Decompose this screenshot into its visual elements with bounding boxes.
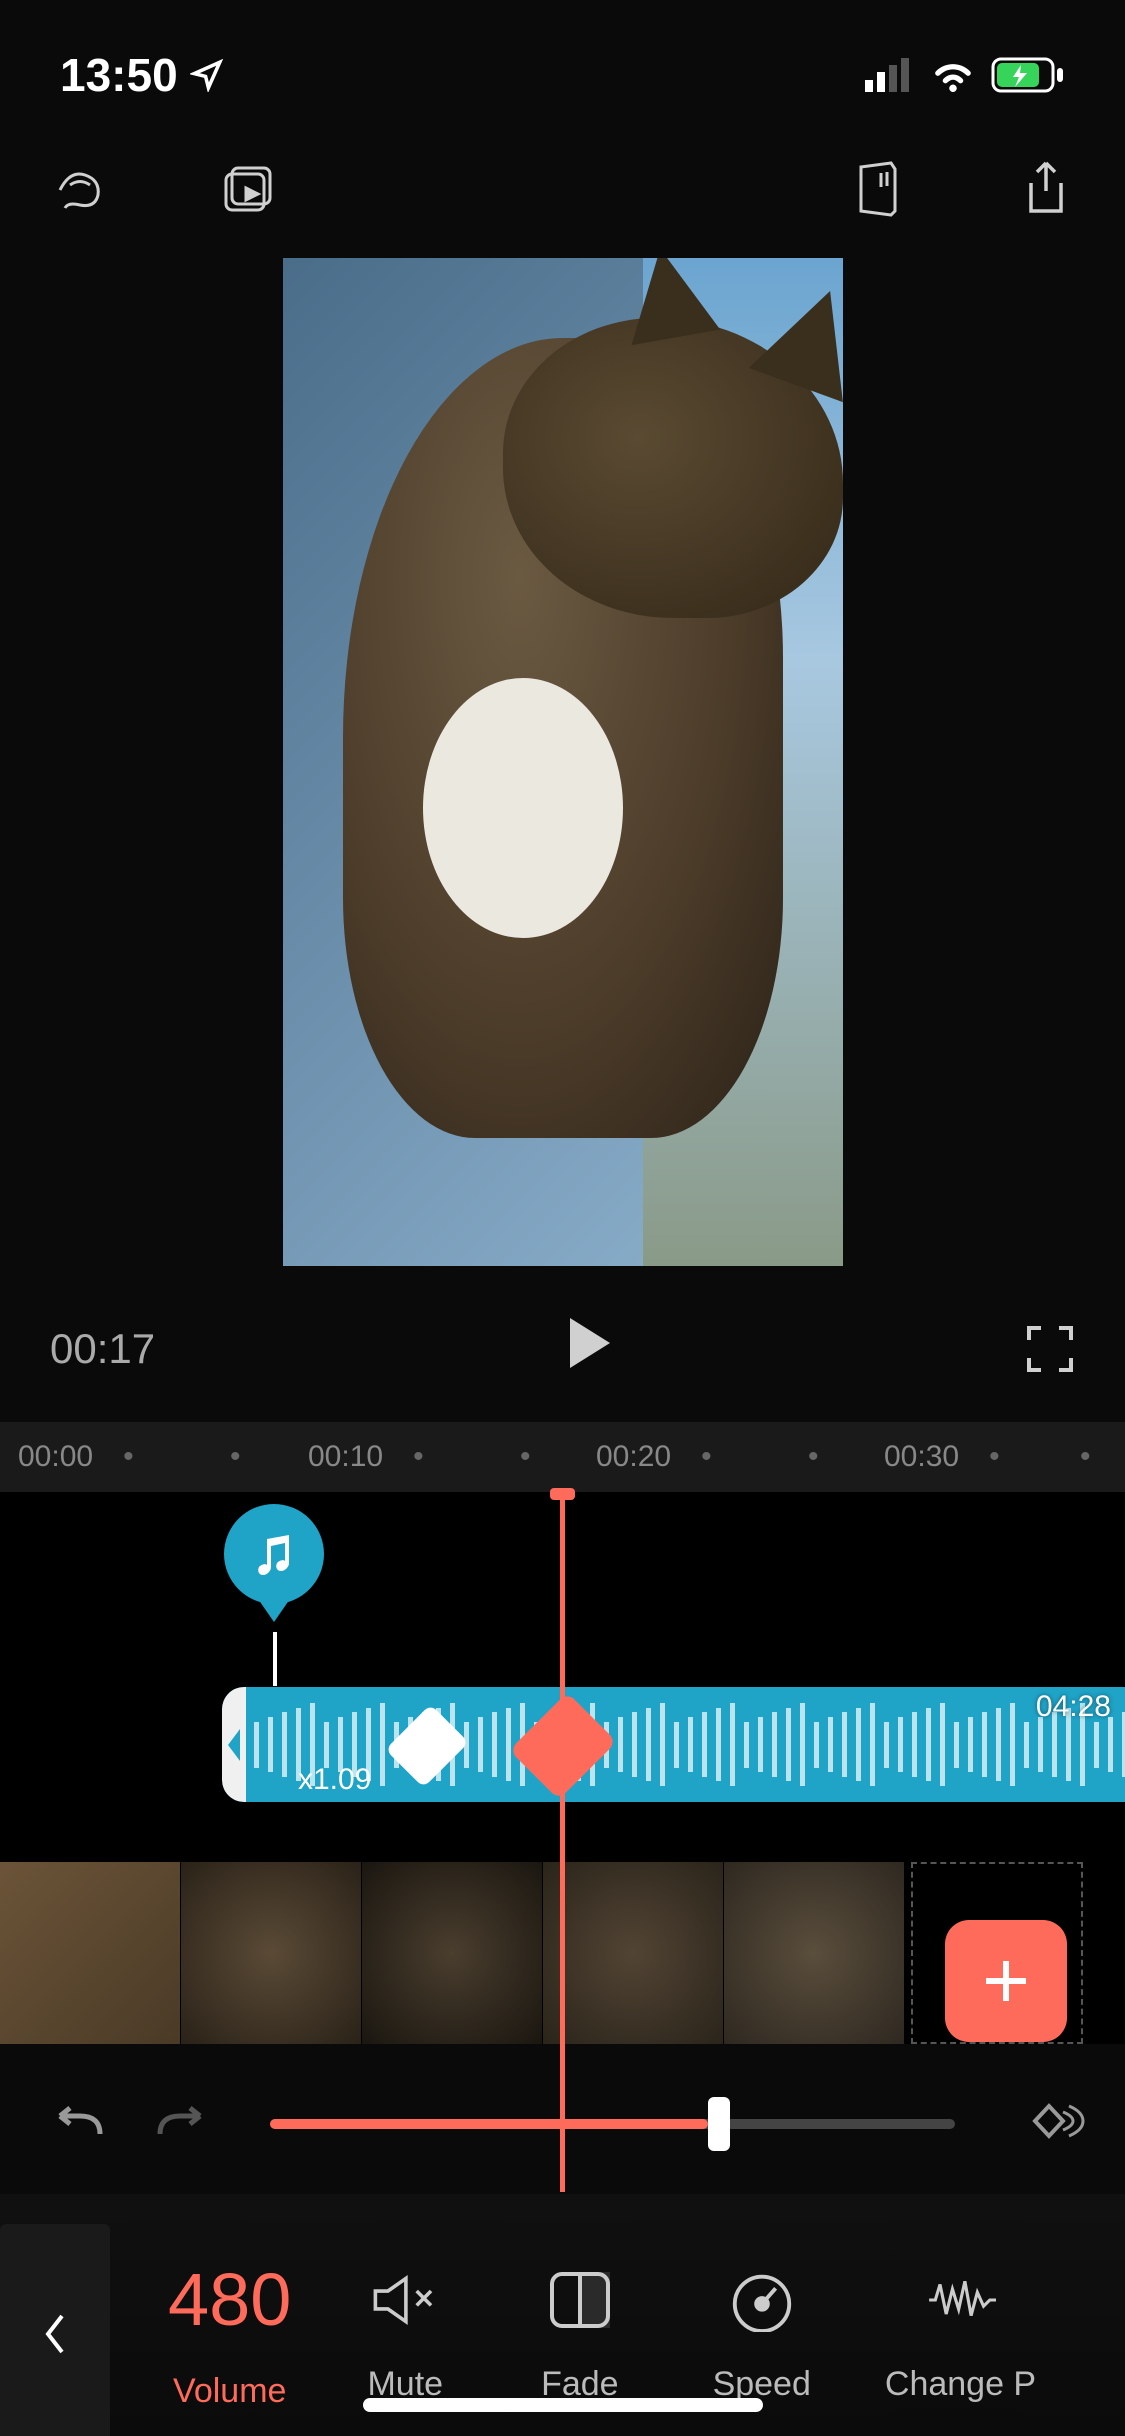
status-right xyxy=(865,57,1065,93)
change-pitch-tool[interactable]: Change P xyxy=(855,2194,1036,2436)
undo-button[interactable] xyxy=(50,2104,110,2144)
share-icon[interactable] xyxy=(1017,160,1075,218)
volume-slider-thumb[interactable] xyxy=(708,2097,730,2151)
library-icon[interactable] xyxy=(218,160,276,218)
clock-time: 13:50 xyxy=(60,48,178,102)
location-arrow-icon xyxy=(190,58,224,92)
add-clip-button[interactable] xyxy=(945,1920,1067,2042)
video-preview-area xyxy=(0,258,1125,1286)
ruler-mark: 00:00 xyxy=(18,1440,93,1474)
battery-icon xyxy=(991,57,1065,93)
video-preview-frame[interactable] xyxy=(283,258,843,1266)
chevron-left-icon xyxy=(222,1725,246,1765)
timeline-ruler[interactable]: 00:00• • 00:10• • 00:20• • 00:30• • xyxy=(0,1422,1125,1492)
video-thumbnail[interactable] xyxy=(362,1862,543,2044)
wifi-icon xyxy=(929,58,977,92)
audio-duration-label: 04:28 xyxy=(1036,1690,1111,1724)
ruler-mark: 00:20 xyxy=(596,1440,671,1474)
audio-waveform-ticks xyxy=(246,1687,1125,1802)
redo-button[interactable] xyxy=(150,2104,210,2144)
current-time-label: 00:17 xyxy=(50,1325,155,1373)
music-marker-pin[interactable] xyxy=(224,1504,324,1624)
audio-clip-trim-handle-left[interactable] xyxy=(222,1687,246,1802)
book-icon[interactable] xyxy=(849,160,907,218)
ruler-mark: 00:30 xyxy=(884,1440,959,1474)
volume-slider-track[interactable] xyxy=(270,2119,955,2129)
top-toolbar xyxy=(0,130,1125,258)
video-thumbnail[interactable] xyxy=(543,1862,724,2044)
app-logo-icon[interactable] xyxy=(50,160,108,218)
video-thumbnail[interactable] xyxy=(724,1862,905,2044)
volume-value: 480 xyxy=(168,2257,291,2342)
music-marker-stem xyxy=(273,1632,277,1686)
mute-icon xyxy=(370,2268,440,2332)
ruler-mark: 00:10 xyxy=(308,1440,383,1474)
add-clip-container xyxy=(911,1862,1083,2044)
cellular-icon xyxy=(865,58,915,92)
playback-controls: 00:17 xyxy=(0,1286,1125,1422)
home-indicator[interactable] xyxy=(363,2398,763,2412)
chevron-left-icon xyxy=(42,2312,68,2356)
volume-slider-fill xyxy=(270,2119,708,2129)
back-button[interactable] xyxy=(0,2224,110,2436)
speedometer-icon xyxy=(727,2268,797,2332)
video-thumbnail[interactable] xyxy=(181,1862,362,2044)
volume-tool[interactable]: 480 Volume xyxy=(140,2194,319,2436)
soundwave-icon xyxy=(926,2268,996,2332)
status-bar: 13:50 xyxy=(0,0,1125,130)
video-thumbnail[interactable] xyxy=(0,1862,181,2044)
fullscreen-button[interactable] xyxy=(1025,1324,1075,1374)
fade-icon xyxy=(546,2268,614,2332)
status-time: 13:50 xyxy=(60,48,224,102)
play-button[interactable] xyxy=(566,1316,614,1382)
audio-speed-label: x1.09 xyxy=(298,1763,371,1797)
change-label: Change P xyxy=(885,2365,1036,2404)
volume-label: Volume xyxy=(173,2372,286,2411)
plus-icon xyxy=(976,1951,1036,2011)
keyframe-toggle-icon[interactable] xyxy=(1015,2094,1075,2154)
music-note-icon xyxy=(249,1529,299,1579)
timeline-tracks: x1.09 04:28 xyxy=(0,1492,1125,2044)
playhead[interactable] xyxy=(560,1492,565,2192)
